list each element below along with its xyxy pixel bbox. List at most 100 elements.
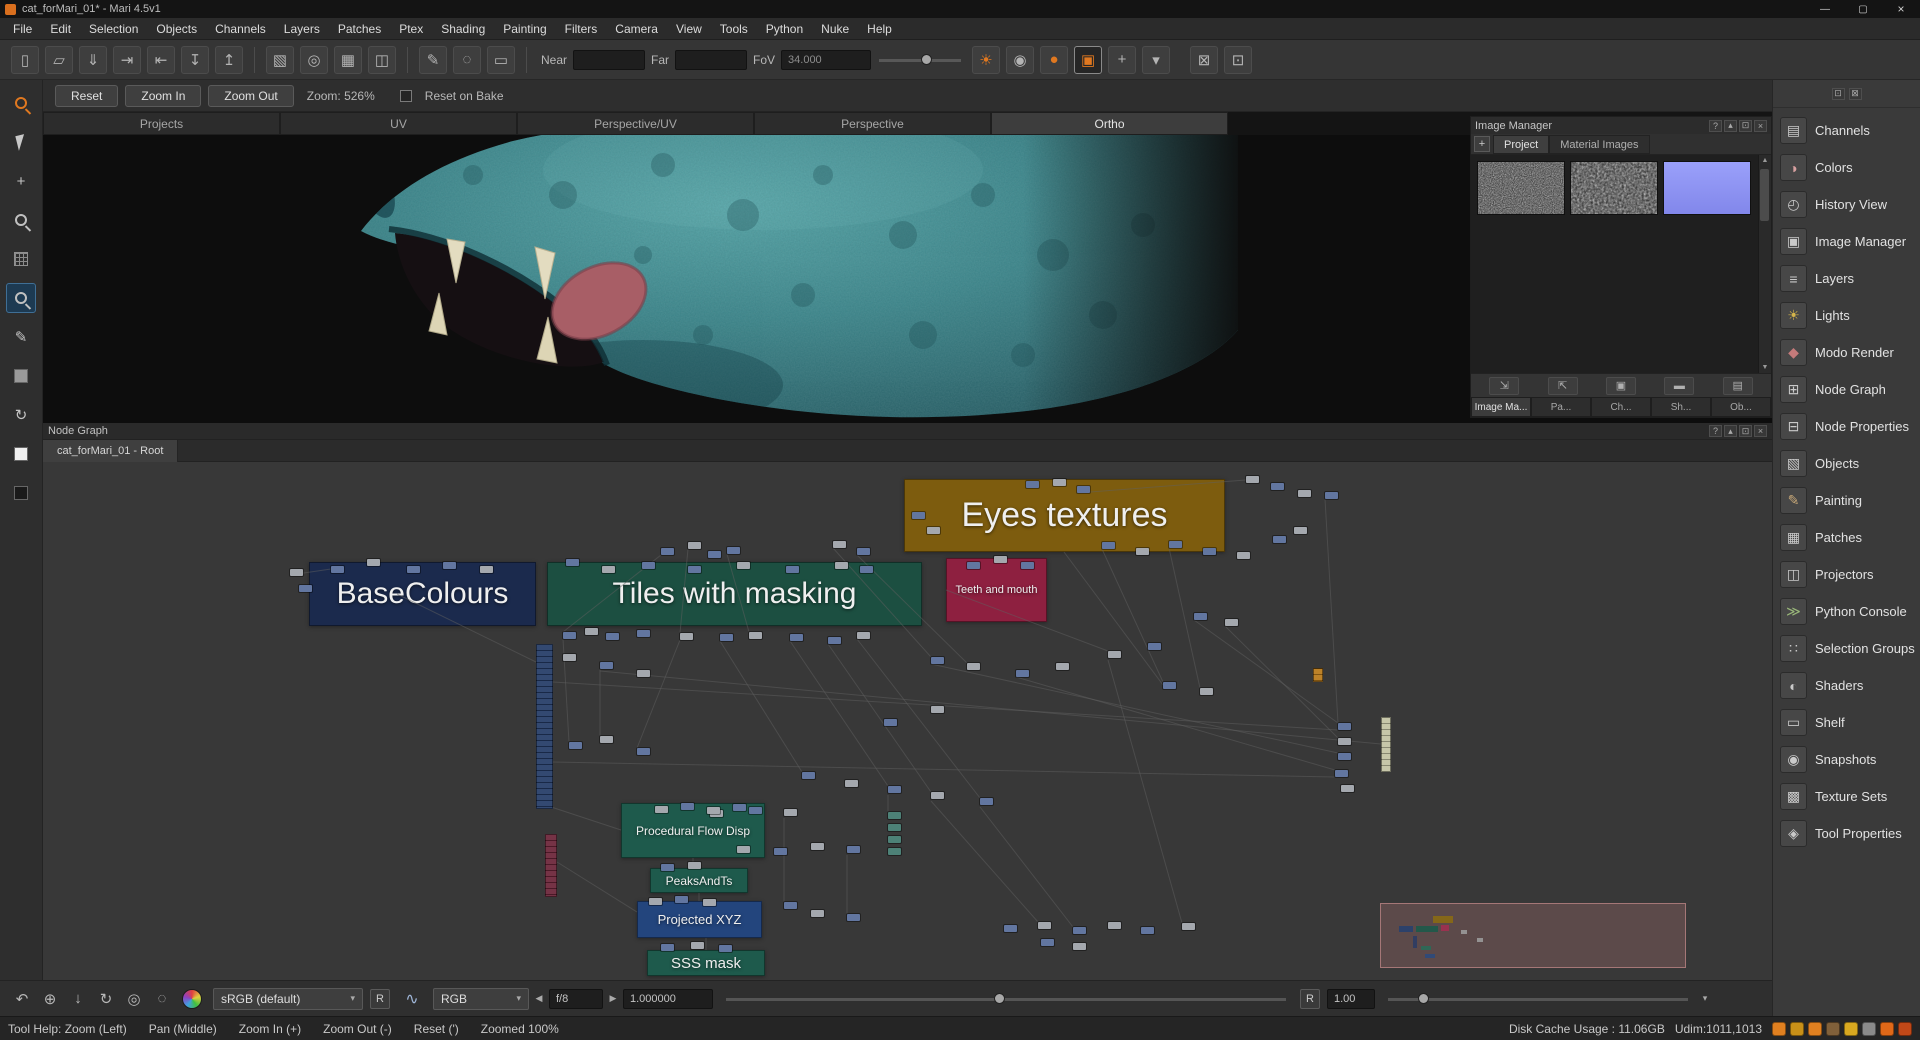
menu-file[interactable]: File — [4, 19, 41, 39]
graph-node[interactable] — [1182, 923, 1195, 930]
graph-node[interactable] — [980, 798, 993, 805]
panel-tab-ch[interactable]: Ch... — [1591, 397, 1651, 417]
save-project-icon[interactable]: ⇓ — [79, 46, 107, 74]
menu-filters[interactable]: Filters — [556, 19, 607, 39]
scrollbar-thumb[interactable] — [1760, 169, 1769, 221]
graph-node[interactable] — [606, 633, 619, 640]
sidebar-item-python-console[interactable]: ≫Python Console — [1773, 593, 1920, 630]
graph-node[interactable] — [649, 898, 662, 905]
graph-node[interactable] — [1298, 490, 1311, 497]
image-manager-tab-material-images[interactable]: Material Images — [1549, 135, 1649, 154]
far-field[interactable] — [675, 50, 747, 70]
graph-node[interactable] — [707, 807, 720, 814]
graph-node[interactable] — [680, 633, 693, 640]
help-icon[interactable]: ? — [1709, 120, 1722, 132]
graph-node[interactable] — [811, 843, 824, 850]
gray-swatch[interactable] — [6, 361, 36, 391]
uv-view-icon[interactable]: ▦ — [334, 46, 362, 74]
graph-node[interactable] — [1102, 542, 1115, 549]
graph-node[interactable] — [1077, 486, 1090, 493]
colorspace-r-toggle[interactable]: R — [370, 989, 390, 1009]
graph-node[interactable] — [1203, 548, 1216, 555]
graph-node[interactable] — [847, 914, 860, 921]
sidebar-item-shaders[interactable]: ◐Shaders — [1773, 667, 1920, 704]
graph-node[interactable] — [290, 569, 303, 576]
graph-node[interactable] — [703, 899, 716, 906]
node-stack[interactable] — [536, 644, 553, 809]
multiplier-slider-handle[interactable] — [1418, 993, 1429, 1004]
palette-toggle-icon[interactable]: ⊡ — [1224, 46, 1252, 74]
colorspace-dropdown[interactable]: sRGB (default) ▾ — [213, 988, 363, 1010]
graph-node[interactable] — [1338, 738, 1351, 745]
graph-node[interactable] — [480, 566, 493, 573]
graph-node[interactable] — [688, 542, 701, 549]
image-thumbnail-blue[interactable] — [1663, 161, 1751, 215]
graph-node[interactable] — [661, 864, 674, 871]
graph-node[interactable] — [1169, 541, 1182, 548]
node-group-peaksandts[interactable]: PeaksAndTs — [650, 868, 748, 893]
graph-node[interactable] — [1108, 651, 1121, 658]
graph-node[interactable] — [1225, 619, 1238, 626]
node-stack[interactable] — [1381, 717, 1391, 772]
symmetry-icon[interactable]: ◫ — [368, 46, 396, 74]
sidebar-item-lights[interactable]: ☀Lights — [1773, 297, 1920, 334]
graph-node[interactable] — [811, 910, 824, 917]
paint-buffer-icon[interactable]: ▣ — [1074, 46, 1102, 74]
curves-icon[interactable]: ∿ — [400, 988, 424, 1010]
gain-slider[interactable] — [726, 989, 1286, 1009]
graph-node[interactable] — [299, 585, 312, 592]
graph-node[interactable] — [1141, 927, 1154, 934]
tab-perspective-uv[interactable]: Perspective/UV — [517, 112, 754, 135]
graph-node[interactable] — [661, 944, 674, 951]
multiplier-field[interactable]: 1.00 — [1327, 989, 1375, 1009]
fstop-decrement-icon[interactable]: ◀ — [532, 993, 546, 1004]
sidebar-item-patches[interactable]: ▦Patches — [1773, 519, 1920, 556]
graph-node[interactable] — [1016, 670, 1029, 677]
graph-node[interactable] — [637, 670, 650, 677]
sync-views-icon[interactable]: ↻ — [6, 400, 36, 430]
graph-node[interactable] — [828, 637, 841, 644]
close-icon[interactable]: × — [1754, 120, 1767, 132]
sidebar-item-node-properties[interactable]: ⊟Node Properties — [1773, 408, 1920, 445]
graph-node[interactable] — [1273, 536, 1286, 543]
graph-node[interactable] — [1056, 663, 1069, 670]
camera-icon[interactable]: ◎ — [300, 46, 328, 74]
zoom-tool-icon[interactable] — [6, 283, 36, 313]
graph-node[interactable] — [784, 902, 797, 909]
node-group-sss-mask[interactable]: SSS mask — [647, 950, 765, 976]
image-thumbnail-noise-2[interactable] — [1570, 161, 1658, 215]
graph-node[interactable] — [1194, 613, 1207, 620]
panel-tab-ob[interactable]: Ob... — [1711, 397, 1771, 417]
graph-node[interactable] — [563, 654, 576, 661]
graph-node[interactable] — [600, 662, 613, 669]
tab-uv[interactable]: UV — [280, 112, 517, 135]
node-stack[interactable] — [1313, 668, 1323, 682]
tab-perspective[interactable]: Perspective — [754, 112, 991, 135]
help-icon[interactable]: ? — [1709, 425, 1722, 437]
minimize-button[interactable]: — — [1806, 0, 1844, 18]
sidebar-item-image-manager[interactable]: ▣Image Manager — [1773, 223, 1920, 260]
reset-on-bake-checkbox[interactable] — [400, 90, 412, 102]
graph-node[interactable] — [749, 807, 762, 814]
graph-node[interactable] — [774, 848, 787, 855]
image-manager-scrollbar[interactable]: ▲ ▼ — [1758, 155, 1771, 373]
undo-icon[interactable]: ↶ — [10, 987, 34, 1011]
graph-node[interactable] — [1338, 753, 1351, 760]
close-button[interactable]: × — [1882, 0, 1920, 18]
graph-node[interactable] — [833, 541, 846, 548]
visibility-icon[interactable]: ◉ — [1006, 46, 1034, 74]
zoom-in-button[interactable]: Zoom In — [125, 85, 201, 107]
graph-node[interactable] — [1163, 682, 1176, 689]
graph-node[interactable] — [691, 942, 704, 949]
import-image-icon[interactable]: ⇲ — [1489, 377, 1519, 395]
node-graph-minimap[interactable] — [1380, 903, 1686, 968]
graph-node[interactable] — [884, 719, 897, 726]
graph-node[interactable] — [737, 846, 750, 853]
graph-node[interactable] — [407, 566, 420, 573]
bake-icon[interactable]: ☀ — [972, 46, 1000, 74]
caret-down-icon[interactable]: ▾ — [1698, 993, 1712, 1004]
graph-node[interactable] — [1246, 476, 1259, 483]
graph-node[interactable] — [602, 566, 615, 573]
sidebar-item-channels[interactable]: ▤Channels — [1773, 112, 1920, 149]
eraser-icon[interactable]: ▭ — [487, 46, 515, 74]
